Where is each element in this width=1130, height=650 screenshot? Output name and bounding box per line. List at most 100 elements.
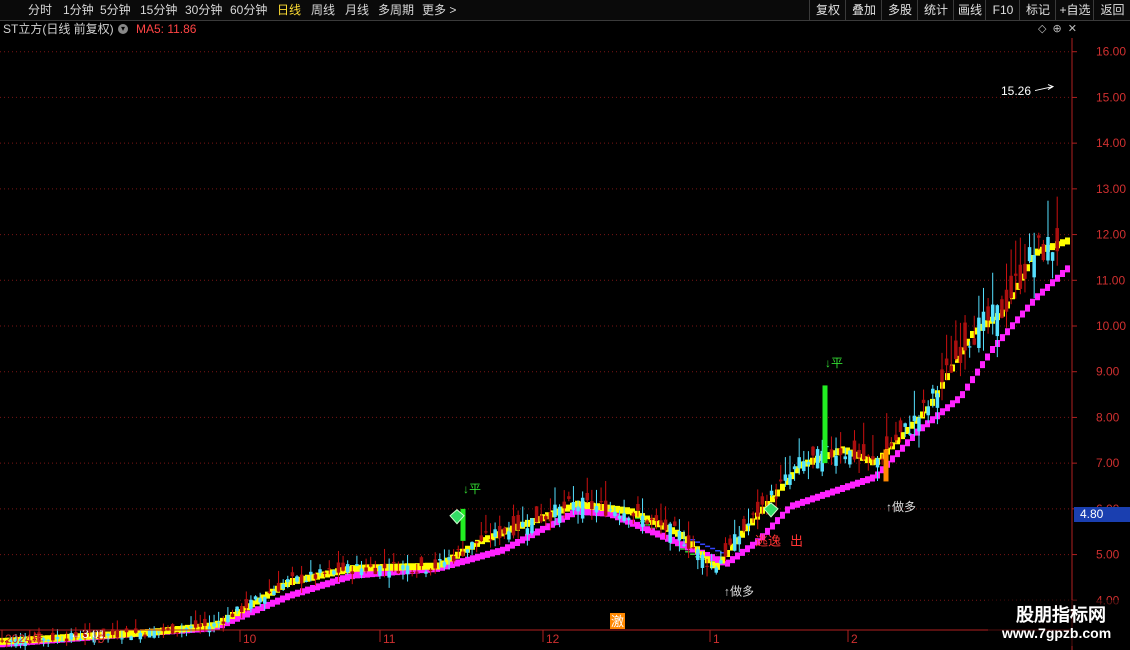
candle-body bbox=[626, 518, 631, 521]
candle-body bbox=[972, 338, 977, 345]
candle-body bbox=[433, 559, 437, 569]
candle-body bbox=[355, 564, 359, 566]
candle-body bbox=[894, 434, 898, 441]
candle-body bbox=[843, 456, 848, 460]
candle-body bbox=[884, 436, 889, 450]
candle-body bbox=[880, 458, 884, 460]
y-tick-label: 10.00 bbox=[1096, 319, 1126, 333]
candle-body bbox=[60, 640, 64, 643]
candle-body bbox=[345, 564, 350, 573]
candle-body bbox=[769, 490, 774, 496]
candle-body bbox=[981, 311, 986, 331]
high-label: 15.26 bbox=[1001, 84, 1031, 98]
candle-body bbox=[603, 500, 608, 516]
buy-signal-label: ↑做多 bbox=[724, 584, 754, 599]
candle-body bbox=[912, 415, 917, 422]
candle-body bbox=[709, 565, 714, 567]
candle-body bbox=[926, 406, 930, 416]
y-tick-label: 15.00 bbox=[1096, 90, 1126, 104]
candle-body bbox=[1055, 228, 1059, 252]
candle-body bbox=[949, 365, 953, 373]
candle-body bbox=[663, 519, 668, 531]
candle-body bbox=[133, 628, 138, 633]
candle-body bbox=[336, 562, 341, 573]
candle-body bbox=[944, 358, 949, 366]
candle-body bbox=[875, 458, 880, 468]
candle-body bbox=[138, 632, 143, 640]
kline-chart[interactable]: 15.26←3.01↓平↓平↑做多↑做多逃逸 出激 16.0015.0014.00… bbox=[0, 0, 1130, 650]
watermark-title: 股朋指标网 bbox=[1016, 605, 1106, 625]
candle-body bbox=[465, 549, 470, 553]
candle-body bbox=[318, 569, 322, 573]
candle-body bbox=[746, 523, 751, 526]
candle-body bbox=[401, 565, 405, 570]
candle-body bbox=[193, 620, 198, 628]
candle-body bbox=[686, 535, 691, 549]
y-tick-label: 11.00 bbox=[1096, 273, 1125, 287]
candle-body bbox=[779, 479, 783, 482]
candle-body bbox=[203, 618, 207, 626]
candle-body bbox=[290, 572, 295, 577]
candle-body bbox=[617, 515, 622, 519]
candle-body bbox=[935, 393, 940, 408]
candle-body bbox=[613, 511, 617, 516]
candle-body bbox=[677, 530, 682, 541]
candle-body bbox=[493, 529, 497, 537]
x-tick-label: 2024年 bbox=[5, 632, 44, 646]
candle-body bbox=[963, 322, 967, 351]
candle-body bbox=[175, 632, 179, 634]
candle-body bbox=[1013, 273, 1018, 276]
candle-body bbox=[184, 628, 189, 630]
candle-body bbox=[691, 547, 695, 549]
candle-body bbox=[391, 561, 396, 564]
candle-body bbox=[1050, 252, 1055, 261]
candle-body bbox=[539, 515, 543, 522]
candle-body bbox=[562, 501, 566, 509]
candle-body bbox=[497, 525, 502, 538]
candle-body bbox=[189, 626, 193, 628]
sell-signal-label: ↓平 bbox=[825, 356, 843, 370]
candle-body bbox=[654, 515, 659, 522]
candle-body bbox=[451, 556, 456, 562]
candle-body bbox=[848, 450, 852, 465]
candle-body bbox=[931, 388, 935, 394]
candle-body bbox=[590, 501, 594, 510]
candle-body bbox=[327, 568, 331, 570]
candle-body bbox=[958, 346, 963, 363]
candle-body bbox=[802, 461, 806, 472]
candle-body bbox=[903, 423, 907, 427]
candle-body bbox=[516, 514, 520, 531]
candle-body bbox=[636, 504, 640, 511]
y-tick-label: 12.00 bbox=[1096, 228, 1126, 242]
candle-body bbox=[866, 455, 871, 457]
candle-body bbox=[262, 597, 267, 604]
candle-body bbox=[585, 492, 590, 501]
candle-body bbox=[166, 628, 170, 630]
candle-body bbox=[544, 516, 548, 520]
candle-body bbox=[1023, 263, 1027, 279]
candle-body bbox=[484, 531, 488, 533]
magenta-band bbox=[0, 265, 1070, 648]
candle-body bbox=[553, 504, 557, 518]
candle-body bbox=[921, 399, 926, 404]
candle-body bbox=[424, 571, 428, 574]
candle-body bbox=[373, 567, 378, 575]
sell-signal-label: ↓平 bbox=[463, 482, 481, 496]
candle-body bbox=[272, 591, 276, 596]
candle-body bbox=[170, 624, 175, 634]
candle-body bbox=[640, 515, 645, 527]
candle-body bbox=[576, 506, 580, 512]
x-tick-label: 10 bbox=[243, 632, 257, 646]
candle-body bbox=[995, 305, 1000, 337]
candle-body bbox=[792, 466, 797, 470]
candle-body bbox=[521, 522, 525, 527]
candle-body bbox=[1000, 299, 1004, 318]
candle-body bbox=[986, 306, 990, 321]
candle-body bbox=[230, 613, 235, 618]
sell-signal-bar bbox=[822, 385, 828, 464]
candle-body bbox=[46, 639, 50, 641]
candle-body bbox=[834, 455, 838, 466]
y-tick-label: 16.00 bbox=[1096, 45, 1126, 59]
candle-body bbox=[249, 599, 253, 609]
x-tick-label: 1 bbox=[713, 632, 720, 646]
